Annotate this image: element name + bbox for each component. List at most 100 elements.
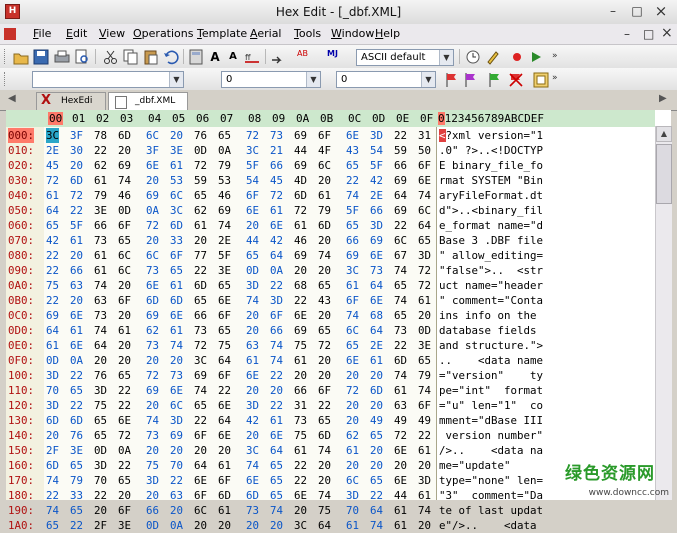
hex-cell[interactable]: 72 [418,263,431,278]
row-text[interactable]: and structure."> [439,338,543,353]
hex-cell[interactable]: 0D [418,323,431,338]
row-text[interactable]: e"/>.. <data [439,518,543,533]
clear-bookmarks-icon[interactable] [507,71,525,89]
hex-cell[interactable]: 65 [346,158,359,173]
hex-cell[interactable]: 6E [370,248,383,263]
hex-cell[interactable]: 63 [70,278,83,293]
hex-cell[interactable]: 22 [70,368,83,383]
hex-cell[interactable]: 20 [118,353,131,368]
hex-cell[interactable]: 75 [46,278,59,293]
hex-cell[interactable]: 61 [94,248,107,263]
hex-cell[interactable]: 73 [146,338,159,353]
hex-cell[interactable]: 61 [346,518,359,533]
hex-cell[interactable]: 6D [70,173,83,188]
hex-cell[interactable]: 75 [294,428,307,443]
hex-cell[interactable]: 45 [270,173,283,188]
hex-cell[interactable]: 66 [194,308,207,323]
hex-cell[interactable]: 20 [218,443,231,458]
template-icon[interactable] [532,71,550,89]
hex-cell[interactable]: 20 [270,518,283,533]
hex-cell[interactable]: 30 [70,143,83,158]
hex-cell[interactable]: 20 [318,233,331,248]
hex-cell[interactable]: 61 [394,383,407,398]
hex-cell[interactable]: 61 [418,488,431,503]
hex-cell[interactable]: 70 [46,383,59,398]
hex-cell[interactable]: 22 [194,263,207,278]
prev-bookmark-icon[interactable] [462,71,480,89]
hex-cell[interactable]: 64 [218,353,231,368]
toolbar-grip[interactable] [4,49,8,64]
hex-cell[interactable]: 0D [94,443,107,458]
hex-cell[interactable]: 65 [370,428,383,443]
hex-cell[interactable]: 70 [346,503,359,518]
hex-cell[interactable]: 73 [370,263,383,278]
hex-cell[interactable]: 74 [318,443,331,458]
hex-cell[interactable]: 42 [370,173,383,188]
hex-cell[interactable]: 72 [346,383,359,398]
hex-cell[interactable]: 20 [146,488,159,503]
hex-cell[interactable]: 65 [270,473,283,488]
hex-cell[interactable]: 22 [318,398,331,413]
hex-cell[interactable]: 53 [170,173,183,188]
hex-cell[interactable]: 3C [246,443,259,458]
record-macro-icon[interactable] [508,48,526,66]
calculator-icon[interactable] [187,48,205,66]
hex-cell[interactable]: 66 [94,218,107,233]
hex-cell[interactable]: 63 [394,398,407,413]
hex-cell[interactable]: 74 [94,278,107,293]
copy-icon[interactable] [122,48,140,66]
hex-cell[interactable]: 65 [318,413,331,428]
row-text[interactable]: aryFileFormat.dt [439,188,543,203]
hex-cell[interactable]: 6E [346,128,359,143]
hex-cell[interactable]: 33 [70,488,83,503]
hex-cell[interactable]: 73 [246,503,259,518]
hex-cell[interactable]: 6F [318,128,331,143]
chevron-down-icon[interactable]: ▼ [169,72,183,87]
hex-cell[interactable]: 20 [118,308,131,323]
hex-cell[interactable]: 61 [94,173,107,188]
hex-cell[interactable]: 6D [70,413,83,428]
hex-cell[interactable]: 20 [146,353,159,368]
hex-cell[interactable]: 0D [118,203,131,218]
hex-cell[interactable]: 62 [146,323,159,338]
row-text[interactable]: ="u" len="1" co [439,398,543,413]
hex-cell[interactable]: 66 [370,203,383,218]
hex-cell[interactable]: 66 [394,158,407,173]
hex-cell[interactable]: 61 [70,233,83,248]
hex-cell[interactable]: 65 [118,368,131,383]
hex-cell[interactable]: 73 [394,323,407,338]
hex-cell[interactable]: 3C [46,128,60,143]
hex-cell[interactable]: 6D [146,293,159,308]
hex-cell[interactable]: 20 [146,233,159,248]
hex-cell[interactable]: 3C [194,353,207,368]
hex-cell[interactable]: 20 [246,428,259,443]
hex-cell[interactable]: 2F [94,518,107,533]
row-text[interactable]: "false">.. <str [439,263,543,278]
hex-cell[interactable]: 68 [370,308,383,323]
text-area[interactable]: <?xml version="1.0" ?>..<!DOCTYP E binary… [436,127,561,532]
hex-cell[interactable]: 20 [194,518,207,533]
hex-cell[interactable]: 6E [218,428,231,443]
hex-cell[interactable]: 22 [170,473,183,488]
hex-cell[interactable]: 49 [418,413,431,428]
offset-combo[interactable]: 0 ▼ [336,71,436,88]
hex-cell[interactable]: 75 [94,398,107,413]
hex-cell[interactable]: 68 [294,278,307,293]
hex-cell[interactable]: 64 [370,503,383,518]
hex-cell[interactable]: 65 [418,233,431,248]
row-text[interactable]: uct name="header [439,278,543,293]
hex-cell[interactable]: 22 [46,293,59,308]
hex-cell[interactable]: 2F [46,443,59,458]
hex-cell[interactable]: 49 [370,413,383,428]
hex-cell[interactable]: 22 [394,218,407,233]
hex-cell[interactable]: 54 [246,173,259,188]
menu-tools[interactable]: Tools [294,27,321,40]
hex-cell[interactable]: 31 [294,398,307,413]
hex-cell[interactable]: 21 [270,143,283,158]
row-text[interactable]: E binary_file_fo [439,158,543,173]
hex-cell[interactable]: 66 [270,323,283,338]
hex-cell[interactable]: 64 [370,278,383,293]
hex-cell[interactable]: 22 [294,458,307,473]
hex-cell[interactable]: 20 [70,248,83,263]
hex-cell[interactable]: 6E [394,443,407,458]
